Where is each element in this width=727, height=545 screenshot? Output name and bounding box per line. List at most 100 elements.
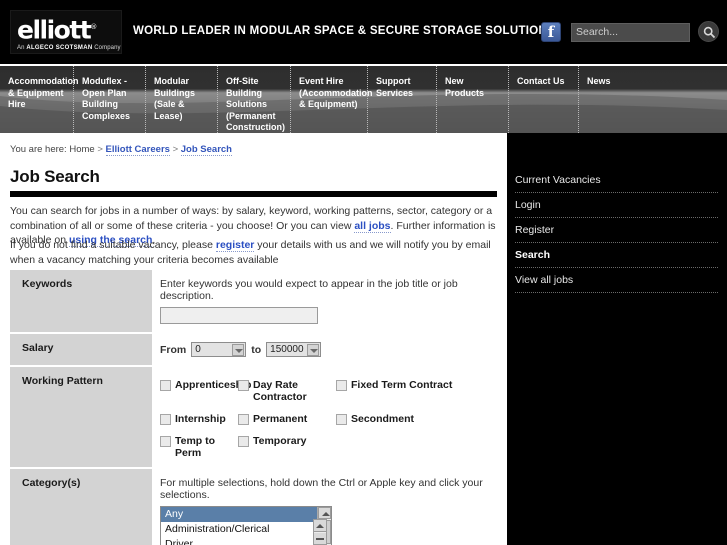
nav-item-1[interactable]: Moduflex - Open Plan Building Complexes (74, 66, 146, 133)
working-pattern-label: Working Pattern (10, 367, 152, 467)
checkbox-icon[interactable] (336, 380, 347, 391)
working-pattern-checkbox-grid: Apprenticeship Day Rate Contractor Fixed T… (160, 379, 490, 459)
working-pattern-option-2[interactable]: Fixed Term Contract (336, 379, 490, 403)
logo-subtitle-brand: ALGECO SCOTSMAN (26, 45, 93, 52)
page-scroll-down-arrow-icon[interactable] (314, 533, 326, 545)
working-pattern-option-3[interactable]: Internship (160, 413, 238, 425)
logo-subtitle: An ALGECO SCOTSMAN Company (17, 45, 121, 52)
keywords-hint: Enter keywords you would expect to appea… (160, 278, 458, 302)
category-label: Category(s) (10, 469, 152, 545)
working-pattern-field-cell: Apprenticeship Day Rate Contractor Fixed T… (152, 367, 499, 467)
working-pattern-option-label: Temporary (253, 435, 307, 447)
nav-item-label: News (587, 76, 611, 86)
working-pattern-option-label: Day Rate Contractor (253, 379, 307, 403)
main-navigation: Accommodation & Equipment Hire Moduflex -… (0, 66, 727, 133)
search-icon[interactable] (698, 21, 719, 42)
salary-from-value: 0 (195, 344, 201, 355)
nav-item-label: Moduflex - Open Plan Building Complexes (82, 76, 131, 121)
form-row-keywords: Keywords Enter keywords you would expect… (10, 270, 499, 332)
chevron-down-icon[interactable] (307, 344, 320, 356)
salary-field-cell: From 0 to 150000 (152, 334, 499, 365)
scroll-up-arrow-icon[interactable] (318, 507, 331, 519)
keywords-input[interactable] (160, 307, 318, 324)
register-link[interactable]: register (215, 239, 255, 252)
nav-item-0[interactable]: Accommodation & Equipment Hire (0, 66, 79, 133)
checkbox-icon[interactable] (238, 380, 249, 391)
checkbox-icon[interactable] (160, 436, 171, 447)
salary-label: Salary (10, 334, 152, 365)
page-scroll-up-arrow-icon[interactable] (314, 520, 326, 532)
working-pattern-option-label: Fixed Term Contract (351, 379, 453, 391)
working-pattern-option-6[interactable]: Temp to Perm (160, 435, 238, 459)
working-pattern-option-label: Temp to Perm (175, 435, 216, 459)
nav-item-label: Contact Us (517, 76, 565, 86)
chevron-down-icon[interactable] (232, 344, 245, 356)
working-pattern-option-4[interactable]: Permanent (238, 413, 336, 425)
nav-item-6[interactable]: New Products (437, 66, 509, 133)
site-header: elliott® An ALGECO SCOTSMAN Company WORL… (0, 0, 727, 64)
nav-item-5[interactable]: Support Services (368, 66, 437, 133)
checkbox-icon[interactable] (160, 380, 171, 391)
elliott-logo[interactable]: elliott® An ALGECO SCOTSMAN Company (10, 10, 122, 54)
nav-item-label: Support Services (376, 76, 414, 98)
checkbox-icon[interactable] (238, 414, 249, 425)
category-option-0[interactable]: Any (161, 507, 331, 522)
checkbox-icon[interactable] (160, 414, 171, 425)
nav-item-3[interactable]: Off-Site Building Solutions (Permanent C… (218, 66, 291, 133)
sidebar-item-view-all-jobs[interactable]: View all jobs (515, 268, 718, 293)
nav-item-label: New Products (445, 76, 485, 98)
page-title: Job Search (10, 167, 100, 186)
logo-wordmark: elliott® (17, 13, 117, 44)
nav-item-label: Modular Buildings (Sale & Lease) (154, 76, 195, 121)
breadcrumb-prefix: You are here: Home (10, 144, 95, 155)
header-search (571, 22, 690, 42)
sidebar-item-current-vacancies[interactable]: Current Vacancies (515, 168, 718, 193)
intro-paragraph-2: If you do not find a suitable vacancy, p… (10, 239, 491, 266)
sidebar-item-search[interactable]: Search (515, 243, 718, 268)
keywords-field-cell: Enter keywords you would expect to appea… (152, 270, 499, 332)
right-sidebar: Current Vacancies Login Register Search View… (507, 133, 727, 545)
registered-trademark-icon: ® (90, 23, 98, 31)
nav-item-list: Accommodation & Equipment Hire Moduflex -… (0, 66, 727, 133)
category-listbox[interactable]: AnyAdministration/ClericalDriverEngineer… (160, 506, 332, 545)
form-row-salary: Salary From 0 to 150000 (10, 332, 499, 365)
all-jobs-link[interactable]: all jobs (354, 219, 391, 233)
logo-wordmark-text: elliott (17, 15, 92, 45)
keywords-label: Keywords (10, 270, 152, 332)
nav-item-label: Accommodation & Equipment Hire (8, 76, 79, 109)
nav-item-4[interactable]: Event Hire (Accommodation & Equipment) (291, 66, 373, 133)
category-hint: For multiple selections, hold down the C… (160, 477, 483, 501)
nav-item-7[interactable]: Contact Us (509, 66, 579, 133)
sidebar-item-register[interactable]: Register (515, 218, 718, 243)
checkbox-icon[interactable] (238, 436, 249, 447)
checkbox-icon[interactable] (336, 414, 347, 425)
working-pattern-option-1[interactable]: Day Rate Contractor (238, 379, 336, 403)
search-input[interactable] (571, 22, 690, 42)
breadcrumb-link-job-search[interactable]: Job Search (180, 144, 232, 156)
form-row-category: Category(s) For multiple selections, hol… (10, 467, 499, 545)
working-pattern-option-label: Secondment (351, 413, 415, 425)
salary-from-select[interactable]: 0 (191, 342, 247, 357)
working-pattern-option-5[interactable]: Secondment (336, 413, 490, 425)
nav-item-8[interactable]: News (579, 66, 649, 133)
page-root: elliott® An ALGECO SCOTSMAN Company WORL… (0, 0, 727, 545)
breadcrumb-link-elliott-careers[interactable]: Elliott Careers (105, 144, 170, 156)
nav-item-2[interactable]: Modular Buildings (Sale & Lease) (146, 66, 218, 133)
working-pattern-option-label: Internship (175, 413, 226, 425)
form-row-working-pattern: Working Pattern Apprenticeship Day Rate C… (10, 365, 499, 467)
facebook-icon[interactable]: f (541, 22, 561, 42)
working-pattern-option-7[interactable]: Temporary (238, 435, 336, 459)
title-underline-rule (10, 191, 497, 197)
sidebar-nav-list: Current Vacancies Login Register Search View… (515, 168, 718, 293)
working-pattern-option-label: Permanent (253, 413, 308, 425)
sidebar-item-login[interactable]: Login (515, 193, 718, 218)
nav-item-label: Off-Site Building Solutions (Permanent C… (226, 76, 285, 132)
category-option-2[interactable]: Driver (161, 537, 331, 545)
page-scrollbar-fragment[interactable] (313, 519, 327, 545)
category-option-1[interactable]: Administration/Clerical (161, 522, 331, 537)
working-pattern-option-0[interactable]: Apprenticeship (160, 379, 251, 403)
salary-to-select[interactable]: 150000 (266, 342, 322, 357)
breadcrumb: You are here: Home > Elliott Careers > J… (10, 144, 232, 156)
salary-to-label: to (251, 343, 262, 356)
category-option-list: AnyAdministration/ClericalDriverEngineer… (161, 507, 331, 545)
